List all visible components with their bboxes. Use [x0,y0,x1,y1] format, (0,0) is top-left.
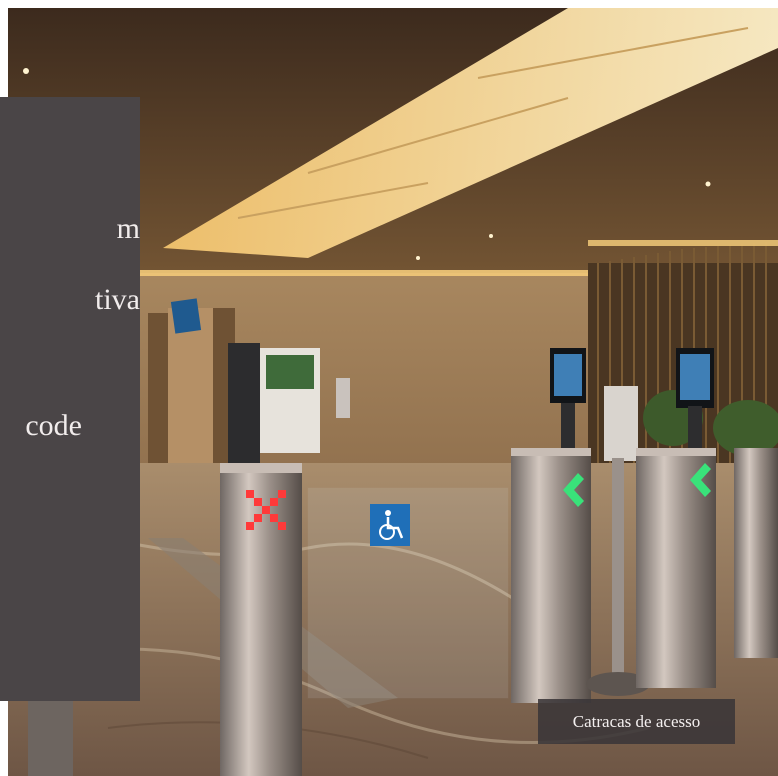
text-overlay-panel: m tiva code [0,97,140,701]
overlay-text-line: m [116,212,140,245]
overlay-text-line: tiva [95,283,140,316]
wheelchair-sign-icon [370,504,410,546]
photo-caption: Catracas de acesso [538,699,735,744]
overlay-text-line: code [25,409,82,442]
hero-photo-section: m tiva code Catracas de acesso [0,0,778,776]
